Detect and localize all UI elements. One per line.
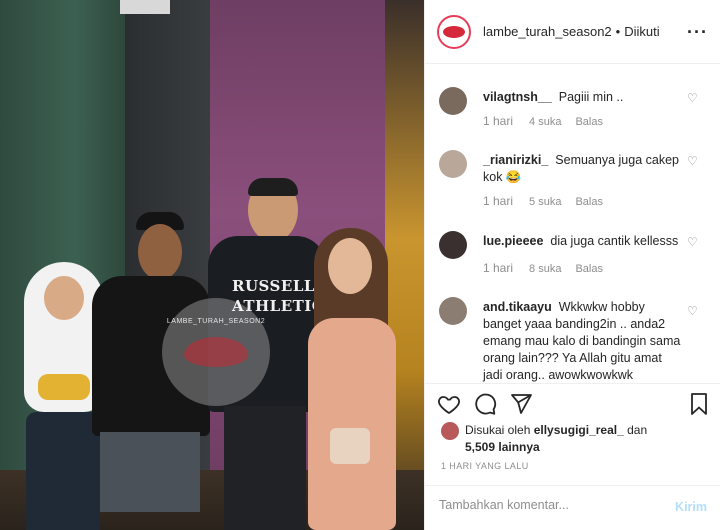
comment-body: dia juga cantik kellesss bbox=[550, 234, 679, 248]
send-icon[interactable] bbox=[509, 392, 533, 416]
comment-username[interactable]: vilagtnsh__ bbox=[483, 90, 552, 104]
watermark-logo: LAMBE_TURAH_SEASON2 bbox=[162, 298, 270, 406]
comment-text: _rianirizki_ Semuanya juga cakep kok 😂 bbox=[483, 152, 683, 186]
comment-like-count[interactable]: 5 suka bbox=[529, 196, 561, 208]
post-actions-bar bbox=[425, 383, 720, 423]
shorts bbox=[224, 406, 306, 530]
watermark-text: LAMBE_TURAH_SEASON2 bbox=[166, 318, 266, 325]
comment-meta: 1 hari 5 suka Balas bbox=[483, 194, 617, 208]
post-photo[interactable]: RUSSELL ATHLETIC LAMBE_TURAH_SEASON2 bbox=[0, 0, 424, 530]
header-separator: • bbox=[615, 24, 621, 39]
liker-username[interactable]: ellysugigi_real_ bbox=[534, 423, 624, 437]
comment-reply-button[interactable]: Balas bbox=[575, 116, 603, 128]
post-date[interactable]: 1 HARI YANG LALU bbox=[441, 461, 529, 471]
post-header: lambe_turah_season2 • Diikuti ··· bbox=[425, 0, 720, 64]
comment-reply-button[interactable]: Balas bbox=[575, 263, 603, 275]
floral-skirt bbox=[26, 412, 100, 530]
comment-username[interactable]: and.tikaayu bbox=[483, 300, 552, 314]
comment-meta: 1 hari 4 suka Balas bbox=[483, 114, 617, 128]
comment-time[interactable]: 1 hari bbox=[483, 261, 513, 275]
comment-avatar[interactable] bbox=[439, 297, 467, 325]
post-side-panel: lambe_turah_season2 • Diikuti ··· vilagt… bbox=[424, 0, 720, 530]
liker-avatar[interactable] bbox=[441, 422, 459, 440]
add-comment-bar: Kirim bbox=[425, 485, 720, 530]
comment-like-count[interactable]: 4 suka bbox=[529, 116, 561, 128]
comment-body: Pagiii min .. bbox=[558, 90, 624, 104]
yellow-scarf bbox=[38, 374, 90, 400]
comments-list[interactable]: vilagtnsh__ Pagiii min .. 1 hari 4 suka Ba… bbox=[425, 65, 720, 383]
person-dress-woman bbox=[300, 228, 402, 530]
comment-avatar[interactable] bbox=[439, 87, 467, 115]
handbag bbox=[330, 428, 370, 464]
hair bbox=[248, 178, 298, 196]
comment-like-heart-icon[interactable]: ♡ bbox=[687, 155, 699, 167]
comment-like-heart-icon[interactable]: ♡ bbox=[687, 305, 699, 317]
heart-icon[interactable] bbox=[437, 392, 461, 416]
comment-meta: 1 hari 8 suka Balas bbox=[483, 261, 617, 275]
comment-avatar[interactable] bbox=[439, 231, 467, 259]
comment-text: and.tikaayu Wkkwkw hobby banget yaaa ban… bbox=[483, 299, 683, 383]
comment-avatar[interactable] bbox=[439, 150, 467, 178]
likes-connector: dan bbox=[627, 423, 648, 437]
more-options-icon[interactable]: ··· bbox=[687, 22, 708, 43]
face bbox=[328, 238, 372, 294]
face bbox=[138, 224, 182, 280]
comment-like-heart-icon[interactable]: ♡ bbox=[687, 92, 699, 104]
face bbox=[44, 276, 84, 320]
comment-text: vilagtnsh__ Pagiii min .. bbox=[483, 89, 683, 106]
comment-text: lue.pieeee dia juga cantik kellesss bbox=[483, 233, 683, 250]
account-username[interactable]: lambe_turah_season2 bbox=[483, 24, 612, 39]
likes-text: Disukai oleh ellysugigi_real_ dan 5,509 … bbox=[465, 422, 705, 456]
photo-sign bbox=[120, 0, 170, 14]
comment-like-count[interactable]: 8 suka bbox=[529, 263, 561, 275]
bookmark-icon[interactable] bbox=[687, 392, 711, 416]
instagram-post: RUSSELL ATHLETIC LAMBE_TURAH_SEASON2 lam… bbox=[0, 0, 720, 530]
comment-icon[interactable] bbox=[473, 392, 497, 416]
comment-reply-button[interactable]: Balas bbox=[575, 196, 603, 208]
watermark-lips bbox=[184, 337, 248, 367]
shorts bbox=[100, 432, 200, 512]
comment-username[interactable]: _rianirizki_ bbox=[483, 153, 548, 167]
comment-like-heart-icon[interactable]: ♡ bbox=[687, 236, 699, 248]
floral-dress bbox=[308, 318, 396, 530]
lips-logo-icon bbox=[443, 25, 465, 38]
account-avatar[interactable] bbox=[437, 14, 471, 49]
comment-username[interactable]: lue.pieeee bbox=[483, 234, 543, 248]
comment-input[interactable] bbox=[439, 498, 659, 512]
post-comment-button[interactable]: Kirim bbox=[675, 500, 707, 514]
comment-time[interactable]: 1 hari bbox=[483, 114, 513, 128]
likes-count[interactable]: 5,509 lainnya bbox=[465, 440, 540, 454]
follow-status-button[interactable]: Diikuti bbox=[624, 24, 659, 39]
comment-time[interactable]: 1 hari bbox=[483, 194, 513, 208]
likes-prefix: Disukai oleh bbox=[465, 423, 531, 437]
